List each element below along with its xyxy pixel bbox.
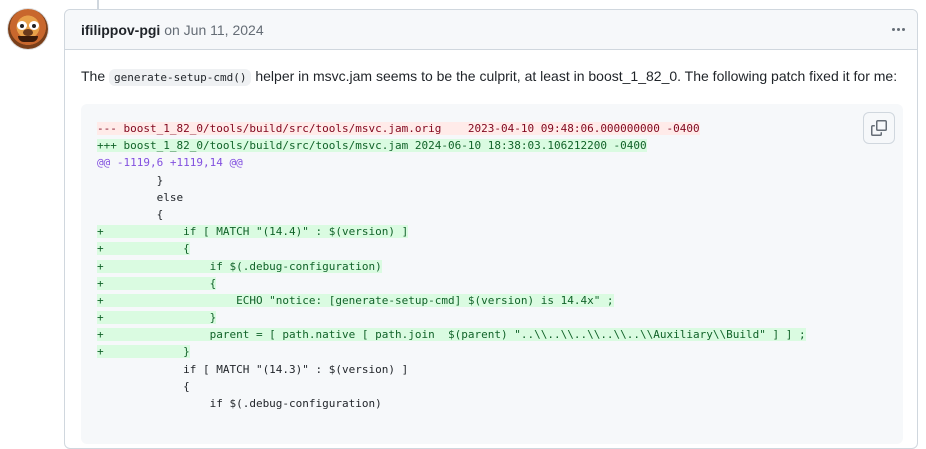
code-line: +++ boost_1_82_0/tools/build/src/tools/m…	[81, 137, 903, 154]
code-line-text: else	[97, 190, 184, 204]
comment-paragraph: The generate-setup-cmd() helper in msvc.…	[81, 66, 901, 88]
code-line: if [ MATCH "(14.3)" : $(version) ]	[81, 361, 903, 378]
comment-card: ifilippov-pgi on Jun 11, 2024 The genera…	[64, 9, 918, 449]
code-line: }	[81, 172, 903, 189]
code-line-text: + ECHO "notice: [generate-setup-cmd] $(v…	[97, 293, 614, 307]
code-line: + if [ MATCH "(14.4)" : $(version) ]	[81, 223, 903, 240]
code-line-text: +++ boost_1_82_0/tools/build/src/tools/m…	[97, 139, 647, 153]
author-link[interactable]: ifilippov-pgi	[81, 22, 160, 38]
comment-body: The generate-setup-cmd() helper in msvc.…	[81, 66, 901, 88]
code-line-text: + if [ MATCH "(14.4)" : $(version) ]	[97, 225, 409, 239]
code-line: + }	[81, 343, 903, 360]
code-line-text: }	[97, 173, 164, 187]
code-line-text: + }	[97, 345, 190, 359]
copy-button[interactable]	[863, 112, 895, 144]
code-line: + parent = [ path.native [ path.join $(p…	[81, 326, 903, 343]
code-lines: --- boost_1_82_0/tools/build/src/tools/m…	[81, 120, 903, 412]
code-line: {	[81, 206, 903, 223]
copy-icon	[871, 120, 887, 136]
comment-date-link[interactable]: on Jun 11, 2024	[164, 22, 263, 38]
code-line: + }	[81, 309, 903, 326]
code-line: if $(.debug-configuration)	[81, 395, 903, 412]
comment-meta: ifilippov-pgi on Jun 11, 2024	[81, 21, 264, 39]
code-line: + if $(.debug-configuration)	[81, 258, 903, 275]
code-line: else	[81, 189, 903, 206]
comment-header: ifilippov-pgi on Jun 11, 2024	[65, 10, 917, 50]
code-line-text: + parent = [ path.native [ path.join $(p…	[97, 328, 806, 342]
paragraph-text: helper in msvc.jam seems to be the culpr…	[251, 68, 898, 84]
code-line: + ECHO "notice: [generate-setup-cmd] $(v…	[81, 292, 903, 309]
timeline-connector	[97, 0, 99, 9]
code-line-text: --- boost_1_82_0/tools/build/src/tools/m…	[97, 122, 700, 135]
code-line: {	[81, 378, 903, 395]
code-line: + {	[81, 240, 903, 257]
inline-code: generate-setup-cmd()	[109, 69, 252, 86]
author-avatar[interactable]	[8, 9, 48, 49]
code-line-text: {	[97, 379, 190, 393]
code-line-text: {	[97, 207, 164, 221]
code-line-text: + }	[97, 311, 217, 325]
kebab-horizontal-icon[interactable]	[887, 19, 909, 39]
code-line-text: @@ -1119,6 +1119,14 @@	[97, 156, 243, 170]
avatar-nose	[23, 29, 33, 36]
code-line: @@ -1119,6 +1119,14 @@	[81, 154, 903, 171]
code-line-text: if $(.debug-configuration)	[97, 397, 382, 410]
code-line-text: + {	[97, 242, 190, 256]
code-line-text: if [ MATCH "(14.3)" : $(version) ]	[97, 362, 409, 376]
code-line-text: + {	[97, 276, 217, 290]
code-line-text: + if $(.debug-configuration)	[97, 259, 382, 273]
code-block: --- boost_1_82_0/tools/build/src/tools/m…	[81, 104, 903, 444]
paragraph-text: The	[81, 68, 110, 84]
code-line: --- boost_1_82_0/tools/build/src/tools/m…	[81, 120, 903, 137]
avatar-mouth	[18, 36, 38, 42]
code-line: + {	[81, 275, 903, 292]
